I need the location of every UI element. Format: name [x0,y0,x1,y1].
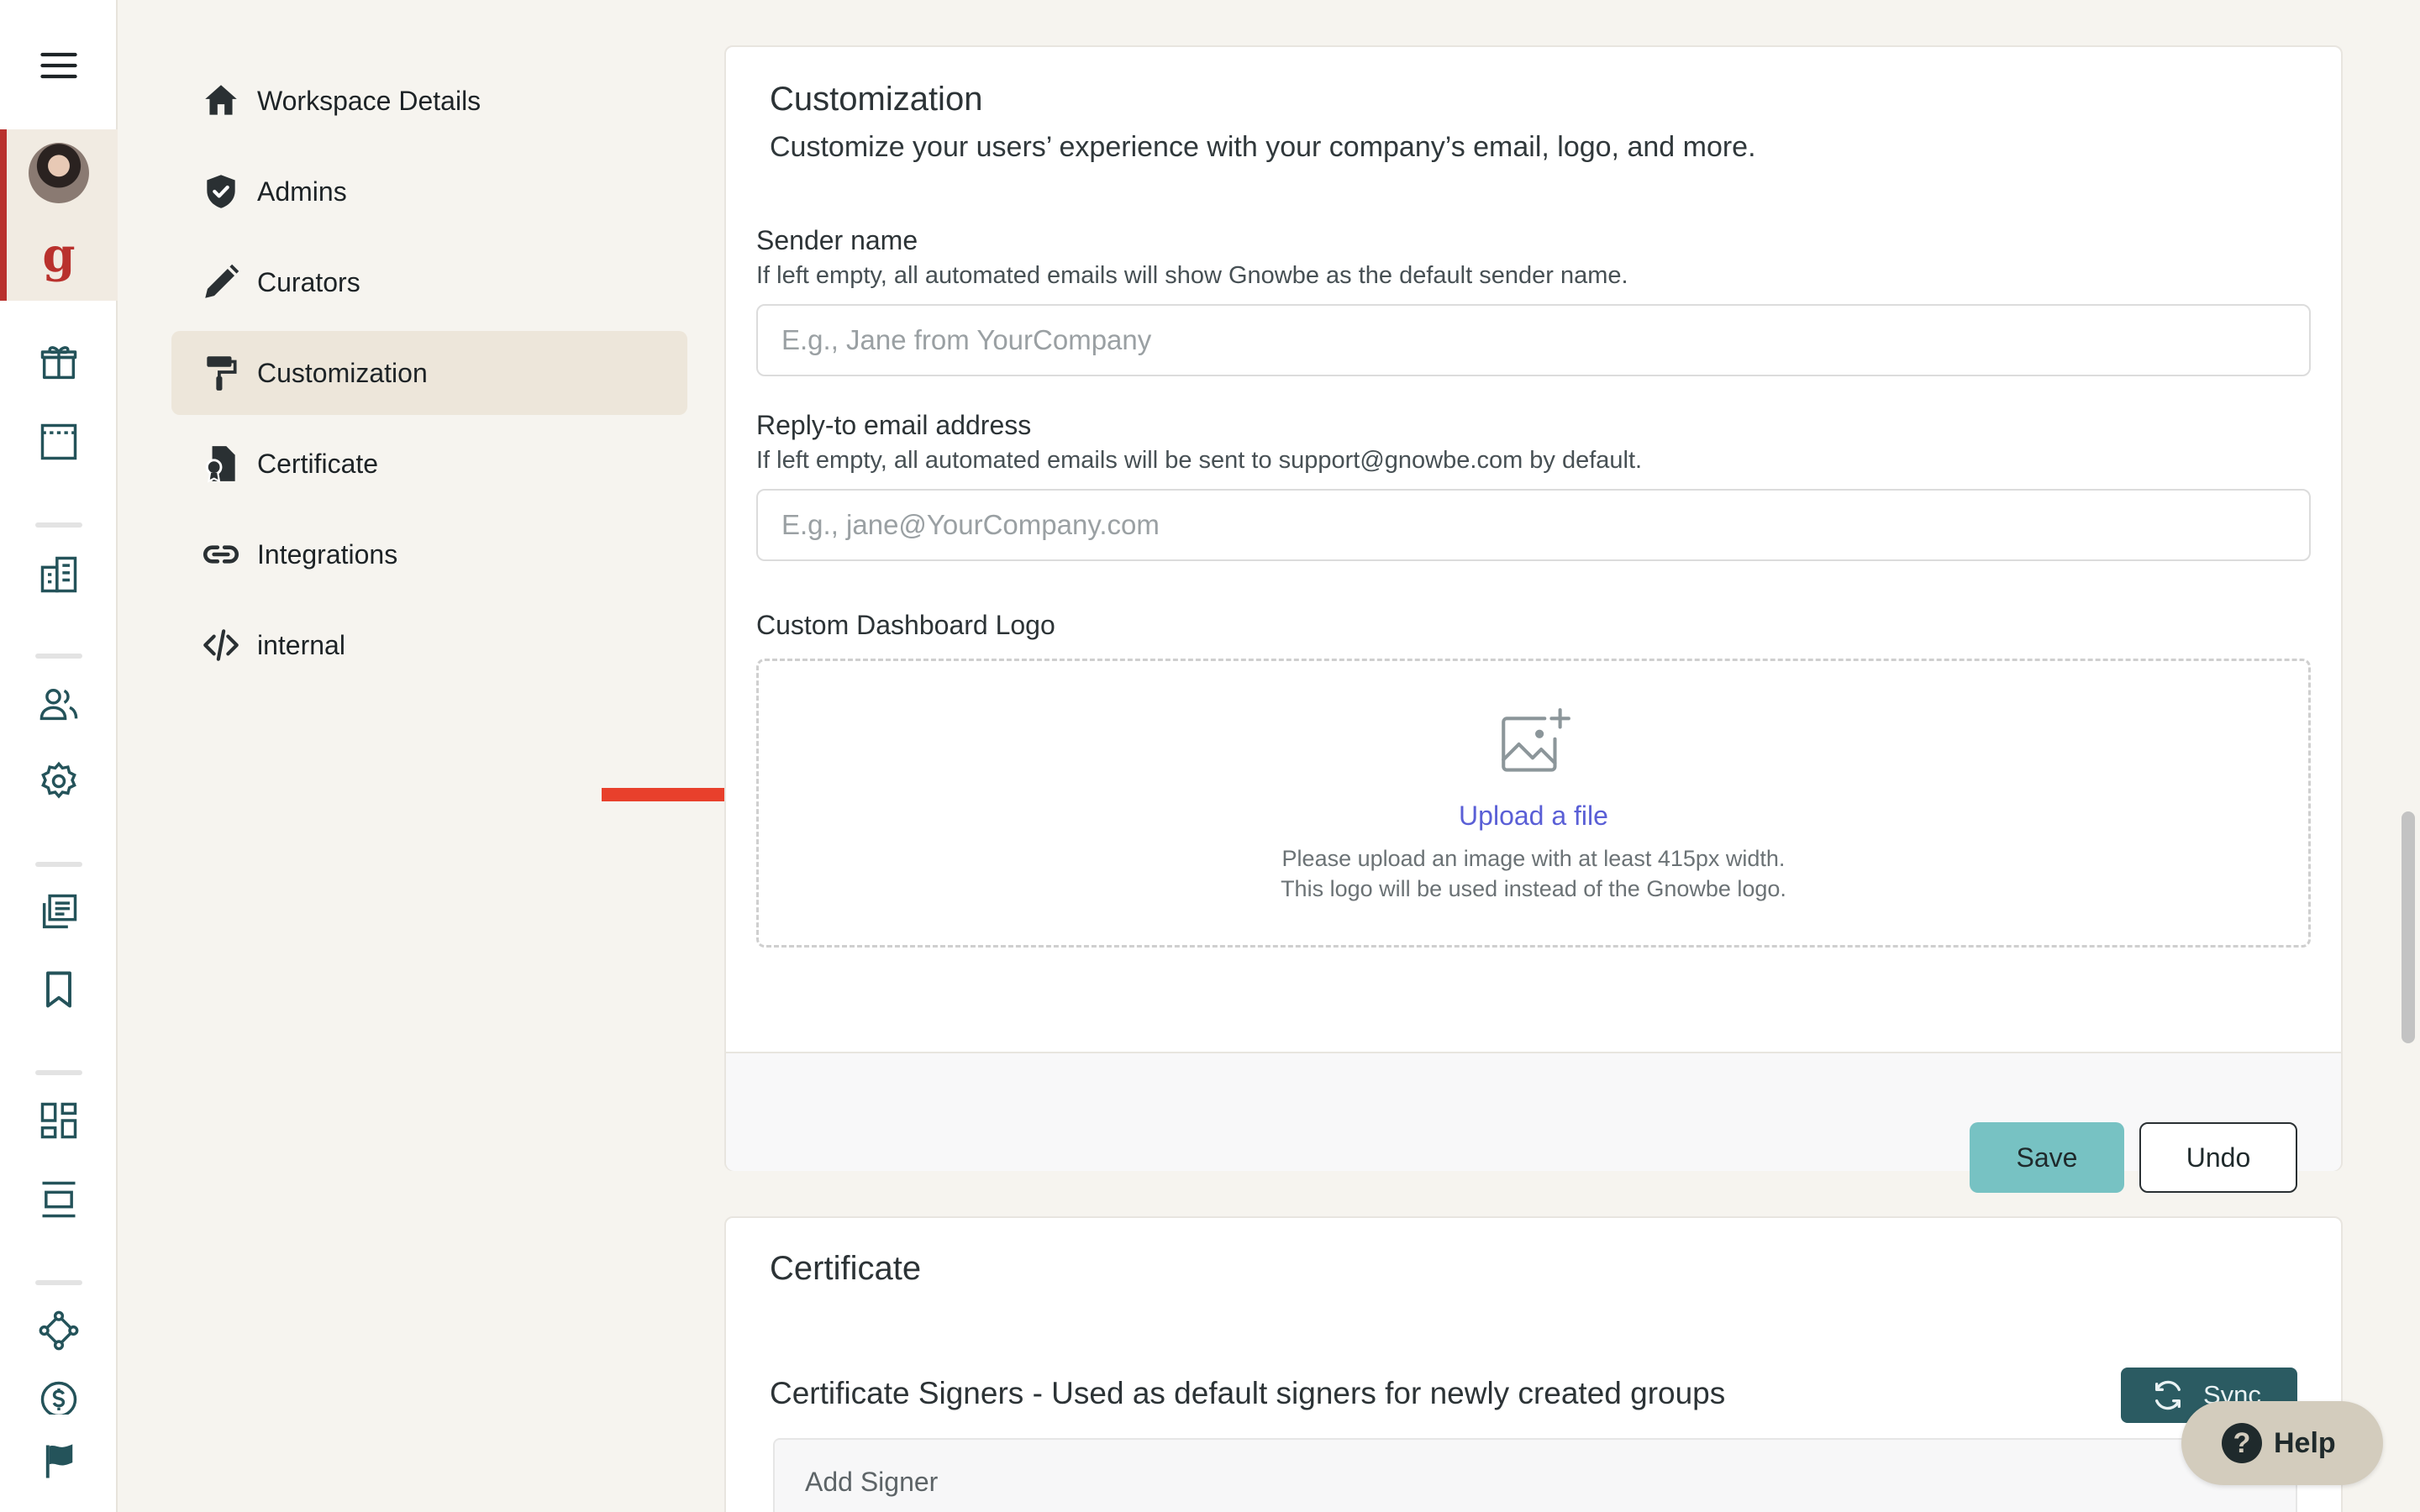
avatar[interactable] [29,143,89,203]
image-upload-icon [1502,708,1570,772]
upload-hint: This logo will be used instead of the Gn… [1281,876,1786,901]
code-icon [203,629,239,661]
nav-item-label: Integrations [257,538,398,570]
upload-hint: Please upload an image with at least 415… [1281,846,1786,871]
customization-card: Customization Customize your users’ expe… [724,45,2343,1193]
sender-name-help: If left empty, all automated emails will… [756,262,1628,289]
content-icon[interactable] [32,1173,86,1226]
nav-item-admins[interactable]: Admins [171,150,687,234]
nav-item-internal[interactable]: internal [171,603,687,687]
settings-nav: Workspace Details Admins Curators Custom… [171,59,687,694]
nav-item-integrations[interactable]: Integrations [171,512,687,596]
dashboard-icon[interactable] [32,1094,86,1147]
scrollbar-track[interactable] [2400,0,2420,1512]
sync-icon [2155,1380,2181,1410]
certificate-icon [205,446,235,483]
certificate-card: Certificate Certificate Signers - Used a… [724,1216,2343,1512]
dashboard-logo-label: Custom Dashboard Logo [756,610,1055,640]
nav-item-customization[interactable]: Customization [171,331,687,415]
rail-divider [35,1070,82,1075]
certificate-signers-heading: Certificate Signers - Used as default si… [770,1376,1726,1410]
users-icon[interactable] [32,677,86,731]
gnowbe-logo[interactable]: g [32,228,86,283]
gift-icon[interactable] [32,336,86,390]
section-title: Customization [770,81,983,118]
network-icon[interactable] [32,1304,86,1357]
help-label: Help [2274,1426,2336,1459]
add-signer-label: Add Signer [805,1467,939,1497]
help-icon: ? [2222,1423,2262,1463]
nav-item-label: Admins [257,176,347,207]
paint-roller-icon [207,356,237,391]
menu-icon[interactable] [32,39,86,92]
shield-icon [207,175,235,208]
flag-icon[interactable] [32,1435,86,1488]
nav-item-label: Certificate [257,448,379,479]
home-icon [205,85,237,115]
library-icon[interactable] [32,885,86,939]
rail-divider [35,862,82,867]
reply-to-label: Reply-to email address [756,410,1032,440]
reply-to-email-input[interactable] [756,489,2311,561]
logo-dropzone[interactable]: Upload a file Please upload an image wit… [756,659,2311,948]
icon-rail: g [0,0,118,1512]
add-signer-row[interactable]: Add Signer [773,1438,2297,1512]
rail-divider [35,654,82,659]
upload-file-link[interactable]: Upload a file [759,801,2308,832]
nav-item-curators[interactable]: Curators [171,240,687,324]
layout-icon[interactable] [32,415,86,469]
sender-name-label: Sender name [756,225,918,255]
nav-item-label: Customization [257,357,428,388]
help-button[interactable]: ? Help [2181,1401,2383,1485]
card-footer: Save Undo [726,1052,2341,1193]
section-subtitle: Customize your users’ experience with yo… [770,131,1756,163]
pencil-icon [205,264,239,298]
nav-item-certificate[interactable]: Certificate [171,422,687,506]
billing-icon[interactable] [32,1378,86,1415]
nav-item-label: Workspace Details [257,85,481,116]
save-button[interactable]: Save [1970,1122,2124,1193]
buildings-icon[interactable] [32,548,86,601]
link-icon [203,545,239,564]
settings-icon[interactable] [32,754,86,808]
rail-divider [35,522,82,528]
scrollbar-thumb[interactable] [2402,811,2415,1043]
bookmark-icon[interactable] [32,963,86,1016]
undo-button[interactable]: Undo [2139,1122,2297,1193]
section-title: Certificate [770,1250,922,1287]
sender-name-input[interactable] [756,304,2311,376]
reply-to-help: If left empty, all automated emails will… [756,447,1643,474]
rail-divider [35,1280,82,1285]
nav-item-label: Curators [257,266,360,297]
nav-item-label: internal [257,629,345,660]
nav-item-workspace-details[interactable]: Workspace Details [171,59,687,143]
